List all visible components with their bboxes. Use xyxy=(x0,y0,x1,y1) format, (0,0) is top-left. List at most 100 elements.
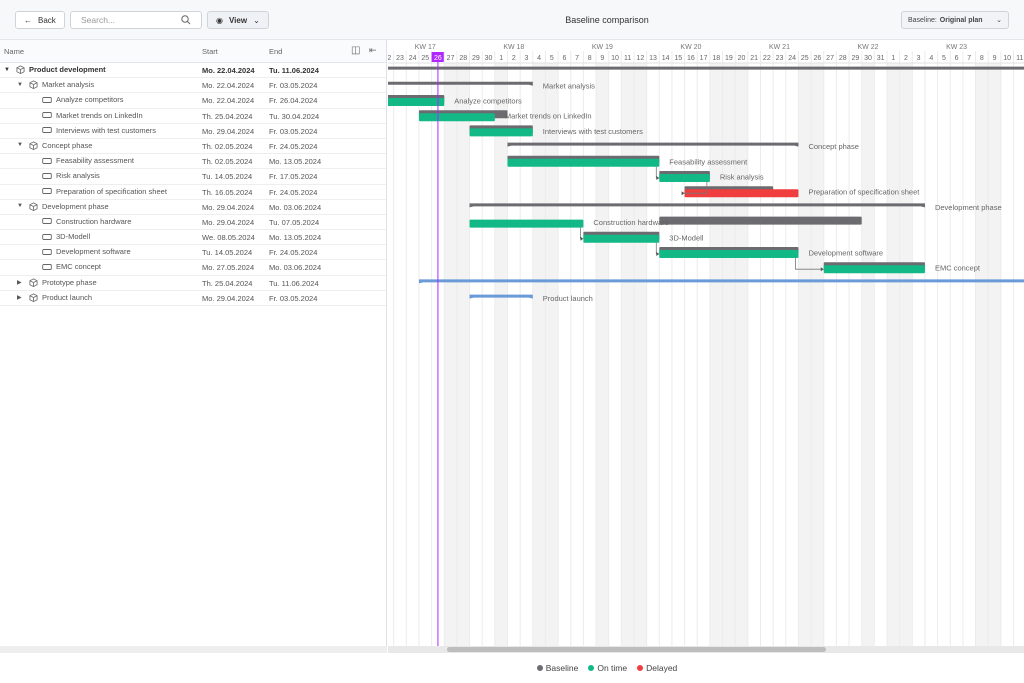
task-icon xyxy=(42,157,52,164)
weekend-shade xyxy=(545,63,559,650)
tree-row[interactable]: ▶ Prototype phase Th. 25.04.2024 Tu. 11.0… xyxy=(0,276,386,291)
tree-row[interactable]: Construction hardware Mo. 29.04.2024 Tu.… xyxy=(0,215,386,231)
task-name: Market trends on LinkedIn xyxy=(56,110,143,120)
weekend-shade xyxy=(596,63,609,650)
day-label: 1 xyxy=(891,55,895,62)
weekend-shade xyxy=(975,63,989,650)
package-icon xyxy=(29,202,38,211)
task-name: 3D-Modell xyxy=(56,232,91,242)
bar-label: 3D-Modell xyxy=(669,233,704,242)
collapse-panel-icon[interactable]: ⇤ xyxy=(369,45,377,56)
start-date: Th. 16.05.2024 xyxy=(202,187,253,197)
task-name: Construction hardware xyxy=(56,216,132,226)
start-date: Th. 02.05.2024 xyxy=(202,141,253,151)
caret-down-icon[interactable]: ▼ xyxy=(17,142,25,148)
day-label: 22 xyxy=(763,55,771,62)
caret-down-icon[interactable]: ▼ xyxy=(4,67,12,73)
tree-row[interactable]: ▶ Product launch Mo. 29.04.2024 Fr. 03.05… xyxy=(0,291,386,306)
tree-row[interactable]: Feasability assessment Th. 02.05.2024 Mo… xyxy=(0,154,386,170)
on-time-bar[interactable] xyxy=(823,265,925,274)
start-date: Mo. 27.05.2024 xyxy=(202,263,255,273)
caret-right-icon[interactable]: ▶ xyxy=(17,294,25,301)
on-time-bar[interactable] xyxy=(388,98,445,106)
day-label: 5 xyxy=(550,55,554,62)
start-date: Tu. 14.05.2024 xyxy=(202,248,253,258)
weekend-shade xyxy=(735,63,748,650)
weekend-shade xyxy=(456,63,470,650)
bar-label: Market analysis xyxy=(543,81,595,90)
day-label: 9 xyxy=(600,55,604,62)
end-date: Mo. 13.05.2024 xyxy=(269,157,322,167)
day-label: 27 xyxy=(826,55,834,62)
tree-row[interactable]: 3D-Modell We. 08.05.2024 Mo. 13.05.2024 xyxy=(0,230,386,246)
bar-label: Concept phase xyxy=(808,142,858,151)
start-date: Mo. 29.04.2024 xyxy=(202,293,255,303)
column-end[interactable]: End xyxy=(269,47,282,56)
package-icon xyxy=(29,278,38,287)
tree-row[interactable]: Analyze competitors Mo. 22.04.2024 Fr. 2… xyxy=(0,93,386,109)
tree-row[interactable]: Risk analysis Tu. 14.05.2024 Fr. 17.05.2… xyxy=(0,169,386,185)
task-icon xyxy=(42,218,52,225)
on-time-bar[interactable] xyxy=(418,113,495,122)
on-time-bar[interactable] xyxy=(583,234,660,243)
on-time-bar[interactable] xyxy=(469,219,584,228)
gantt-chart: 2223242526272829301234567891011121314151… xyxy=(388,40,1024,650)
tree-row[interactable]: EMC concept Mo. 27.05.2024 Mo. 03.06.202… xyxy=(0,260,386,276)
day-label: 17 xyxy=(700,55,708,62)
tree-row[interactable]: ▼ Market analysis Mo. 22.04.2024 Fr. 03.0… xyxy=(0,78,386,94)
scrollbar-thumb[interactable] xyxy=(447,647,826,652)
horizontal-scrollbar[interactable] xyxy=(388,646,1024,653)
weekend-shade xyxy=(444,63,457,650)
legend-on-time: On time xyxy=(588,663,627,673)
day-label: 30 xyxy=(485,55,493,62)
day-label: 21 xyxy=(750,55,758,62)
end-date: Tu. 11.06.2024 xyxy=(269,66,319,75)
end-date: Fr. 24.05.2024 xyxy=(269,248,318,258)
column-start[interactable]: Start xyxy=(202,47,218,56)
on-time-bar[interactable] xyxy=(659,174,710,182)
day-label: 6 xyxy=(955,55,959,62)
caret-down-icon[interactable]: ▼ xyxy=(17,203,25,209)
task-tree: Name Start End ◫ ⇤ ▼ Product development … xyxy=(0,40,387,650)
tree-scrollbar[interactable] xyxy=(0,646,387,653)
start-date: Th. 25.04.2024 xyxy=(202,278,253,288)
end-date: Fr. 24.05.2024 xyxy=(269,187,318,197)
baseline-select[interactable]: Baseline: Original plan ⌄ xyxy=(901,11,1009,29)
on-time-bar[interactable] xyxy=(659,250,799,258)
task-name: Interviews with test customers xyxy=(56,125,157,135)
package-icon xyxy=(29,141,38,150)
start-date: Mo. 29.04.2024 xyxy=(202,202,255,212)
end-date: Fr. 17.05.2024 xyxy=(269,172,318,182)
day-label: 28 xyxy=(459,55,467,62)
on-time-bar[interactable] xyxy=(469,128,533,137)
day-label: 7 xyxy=(575,55,579,62)
weekend-shade xyxy=(861,63,875,650)
tree-row[interactable]: Market trends on LinkedIn Th. 25.04.2024… xyxy=(0,109,386,124)
weekend-shade xyxy=(988,63,1001,650)
tree-row[interactable]: ▼ Concept phase Th. 02.05.2024 Fr. 24.05.… xyxy=(0,139,386,155)
task-name: EMC concept xyxy=(56,262,102,272)
weekend-shade xyxy=(621,63,634,650)
start-date: Th. 25.04.2024 xyxy=(202,111,253,121)
columns-icon[interactable]: ◫ xyxy=(351,45,360,56)
tree-row[interactable]: ▼ Product development Mo. 22.04.2024 Tu. … xyxy=(0,63,386,79)
caret-down-icon[interactable]: ▼ xyxy=(17,82,25,88)
day-label: 23 xyxy=(776,55,784,62)
week-label: KW 23 xyxy=(946,44,967,51)
tree-row[interactable]: Interviews with test customers Mo. 29.04… xyxy=(0,124,386,139)
week-label: KW 22 xyxy=(858,44,879,51)
baseline-bar[interactable] xyxy=(659,216,862,225)
caret-right-icon[interactable]: ▶ xyxy=(17,279,25,286)
column-name[interactable]: Name xyxy=(4,47,24,56)
tree-row[interactable]: Preparation of specification sheet Th. 1… xyxy=(0,185,386,200)
week-label: KW 20 xyxy=(680,44,701,51)
tree-row[interactable]: Development software Tu. 14.05.2024 Fr. … xyxy=(0,245,386,261)
bar-label: Construction hardware xyxy=(593,218,668,227)
on-time-bar[interactable] xyxy=(507,158,660,167)
tree-row[interactable]: ▼ Development phase Mo. 29.04.2024 Mo. 03… xyxy=(0,200,386,215)
bar-label: Feasability assessment xyxy=(669,157,748,166)
start-date: Mo. 29.04.2024 xyxy=(202,126,255,136)
day-label: 12 xyxy=(636,55,644,62)
day-label: 7 xyxy=(967,55,971,62)
end-date: Tu. 07.05.2024 xyxy=(269,217,320,227)
